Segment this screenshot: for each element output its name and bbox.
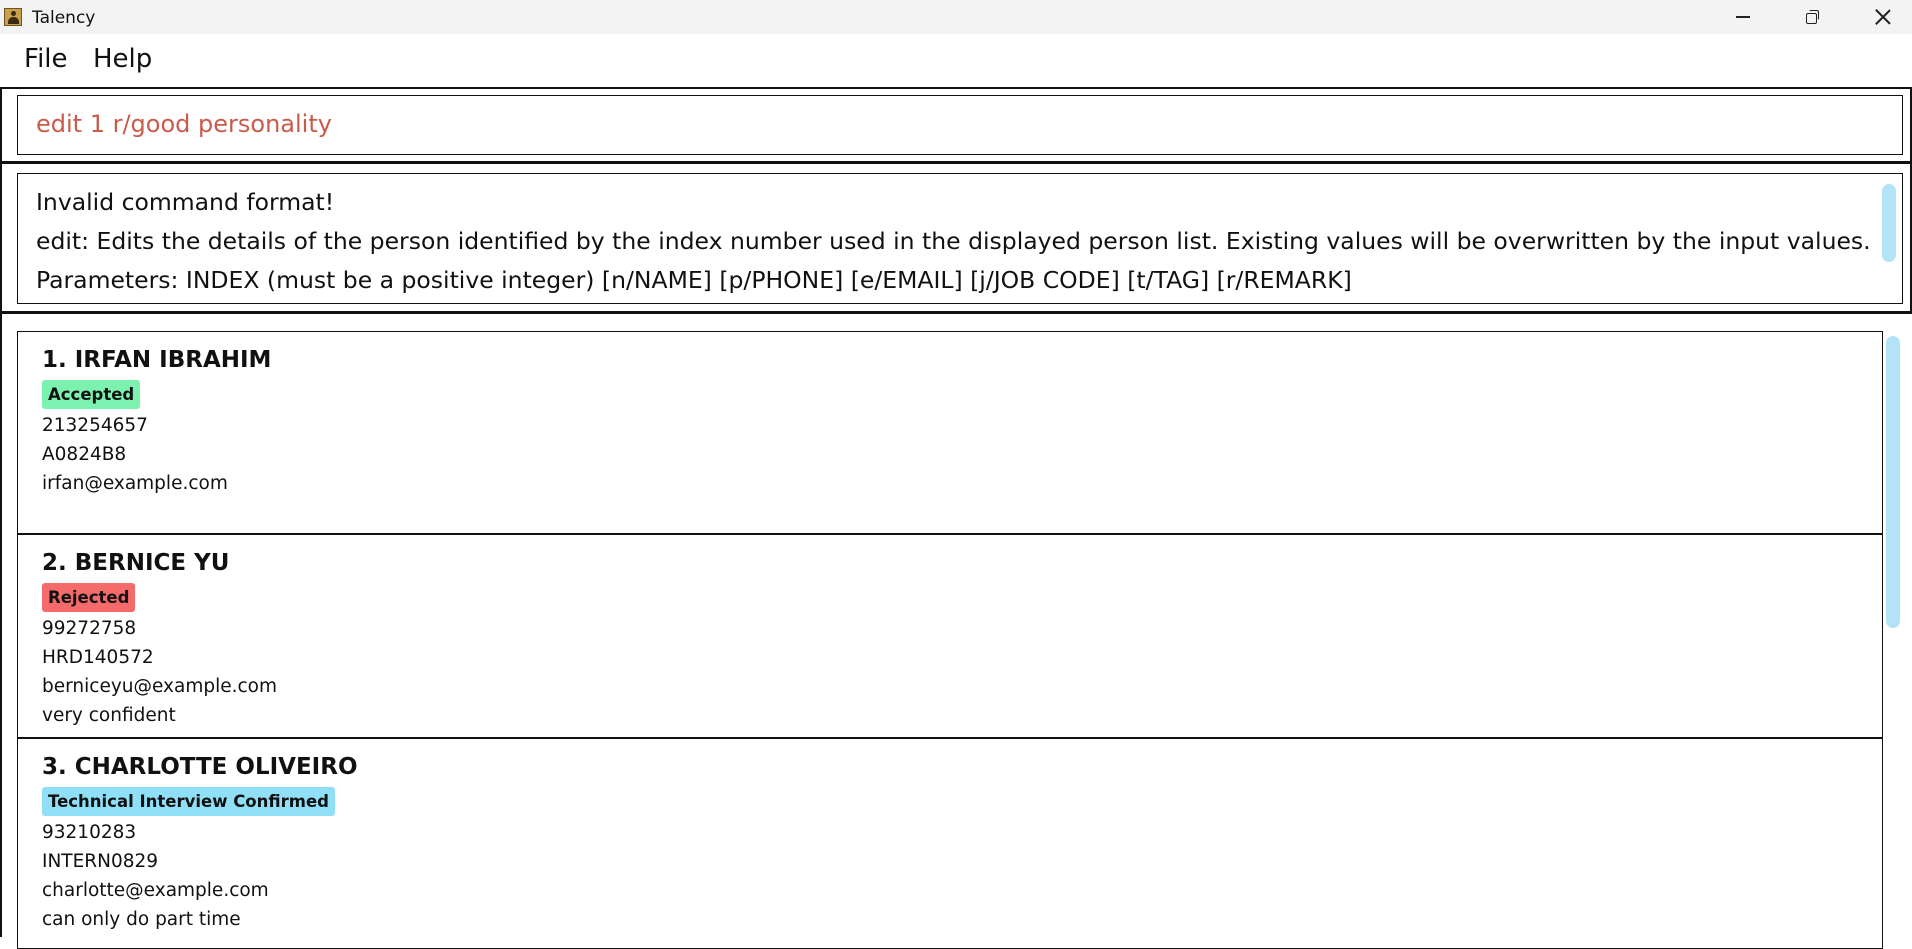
menu-file[interactable]: File [24, 44, 68, 74]
window-title: Talency [32, 8, 96, 28]
command-box[interactable] [17, 95, 1903, 155]
restore-icon [1806, 10, 1820, 24]
person-job-code: A0824B8 [42, 444, 127, 465]
command-input[interactable] [36, 104, 1876, 144]
person-email: charlotte@example.com [42, 880, 269, 901]
person-job-code: INTERN0829 [42, 851, 159, 872]
person-phone: 93210283 [42, 822, 137, 843]
person-name: 1. IRFAN IBRAHIM [42, 347, 272, 373]
result-scrollbar[interactable] [1882, 184, 1896, 262]
status-tag: Rejected [42, 583, 136, 612]
person-card[interactable]: 3. CHARLOTTE OLIVEIRO Technical Intervie… [17, 739, 1883, 949]
status-tag: Accepted [42, 380, 141, 409]
minimize-icon [1736, 16, 1750, 18]
person-email: irfan@example.com [42, 473, 228, 494]
maximize-button[interactable] [1778, 0, 1848, 34]
person-list-scrollbar[interactable] [1886, 336, 1900, 628]
result-line: edit: Edits the details of the person id… [36, 227, 1871, 255]
result-display: Invalid command format! edit: Edits the … [17, 173, 1903, 304]
person-name: 2. BERNICE YU [42, 550, 230, 576]
person-name: 3. CHARLOTTE OLIVEIRO [42, 754, 358, 780]
person-phone: 99272758 [42, 618, 137, 639]
app-icon [4, 8, 22, 26]
person-remark: very confident [42, 705, 176, 726]
person-email: berniceyu@example.com [42, 676, 278, 697]
result-line: Parameters: INDEX (must be a positive in… [36, 266, 1352, 294]
result-line: Invalid command format! [36, 188, 335, 216]
person-remark: can only do part time [42, 909, 241, 930]
menu-bar: File Help [0, 34, 1912, 87]
menu-help[interactable]: Help [93, 44, 152, 74]
close-button[interactable] [1848, 0, 1912, 34]
minimize-button[interactable] [1708, 0, 1778, 34]
title-bar: Talency [0, 0, 1912, 34]
close-icon [1875, 9, 1891, 25]
person-card[interactable]: 1. IRFAN IBRAHIM Accepted 213254657 A082… [17, 331, 1883, 535]
person-job-code: HRD140572 [42, 647, 154, 668]
person-phone: 213254657 [42, 415, 148, 436]
status-tag: Technical Interview Confirmed [42, 787, 335, 816]
person-card[interactable]: 2. BERNICE YU Rejected 99272758 HRD14057… [17, 535, 1883, 739]
